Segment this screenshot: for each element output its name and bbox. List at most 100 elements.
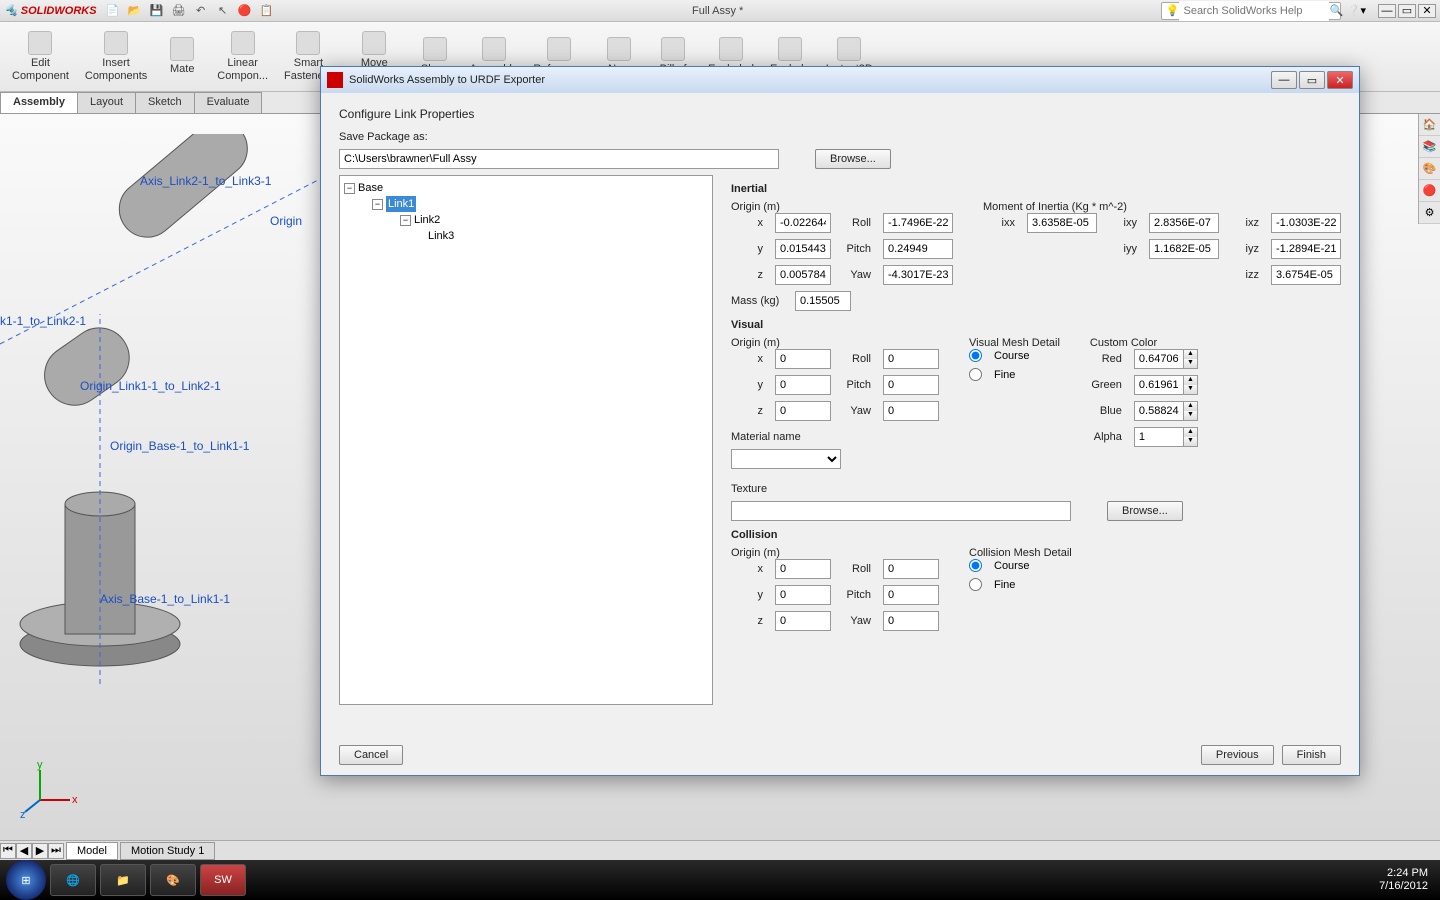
spinner-icon[interactable]: ▲▼ [1184,401,1198,421]
iyz-input[interactable] [1271,239,1341,259]
collision-fine-radio[interactable] [969,578,982,591]
last-icon[interactable]: ⏭ [48,843,64,859]
rebuild-icon[interactable]: 🔴 [237,3,253,19]
ixx-label: ixx [983,217,1015,229]
visual-course-radio[interactable] [969,349,982,362]
dialog-title: SolidWorks Assembly to URDF Exporter [349,74,1271,86]
next-icon[interactable]: ▶ [32,843,48,859]
tab-sketch[interactable]: Sketch [135,92,195,113]
dialog-minimize-icon[interactable]: — [1271,71,1297,89]
green-input[interactable] [1134,375,1184,395]
visual-y-input[interactable] [775,375,831,395]
restore-icon[interactable]: ▭ [1398,4,1416,18]
open-icon[interactable]: 📂 [127,3,143,19]
inertial-pitch-input[interactable] [883,239,953,259]
tab-assembly[interactable]: Assembly [0,92,78,113]
tree-collapse-icon[interactable]: − [344,183,355,194]
previous-button[interactable]: Previous [1201,745,1274,765]
dialog-maximize-icon[interactable]: ▭ [1299,71,1325,89]
cancel-button[interactable]: Cancel [339,745,403,765]
print-icon[interactable]: 🖨 [171,3,187,19]
izz-input[interactable] [1271,265,1341,285]
tab-evaluate[interactable]: Evaluate [194,92,263,113]
browse-button[interactable]: Browse... [815,149,891,169]
ixx-input[interactable] [1027,213,1097,233]
ribbon-linear-component[interactable]: LinearCompon... [211,24,274,89]
tree-item-link2[interactable]: Link2 [414,214,440,226]
visual-z-input[interactable] [775,401,831,421]
tree-item-link1[interactable]: Link1 [386,196,416,212]
taskbar-paint[interactable]: 🎨 [150,864,196,896]
taskbar-solidworks[interactable]: SW [200,864,246,896]
visual-x-input[interactable] [775,349,831,369]
collision-pitch-input[interactable] [883,585,939,605]
collision-z-input[interactable] [775,611,831,631]
inertial-roll-input[interactable] [883,213,953,233]
tab-model[interactable]: Model [66,842,118,860]
spinner-icon[interactable]: ▲▼ [1184,427,1198,447]
prev-icon[interactable]: ◀ [16,843,32,859]
texture-input[interactable] [731,501,1071,521]
library-icon[interactable]: 📚 [1419,136,1440,158]
tree-collapse-icon[interactable]: − [372,199,383,210]
help-icon[interactable]: ❔▾ [1347,4,1366,17]
help-search[interactable]: 💡 🔍 [1161,2,1341,20]
spinner-icon[interactable]: ▲▼ [1184,375,1198,395]
svg-text:z: z [20,809,26,820]
minimize-icon[interactable]: — [1378,4,1396,18]
save-path-input[interactable] [339,149,779,169]
dialog-titlebar[interactable]: SolidWorks Assembly to URDF Exporter — ▭… [321,67,1359,93]
start-button[interactable]: ⊞ [6,860,46,900]
collision-yaw-input[interactable] [883,611,939,631]
collision-course-radio[interactable] [969,559,982,572]
visual-fine-radio[interactable] [969,368,982,381]
tab-layout[interactable]: Layout [77,92,136,113]
collision-x-input[interactable] [775,559,831,579]
blue-input[interactable] [1134,401,1184,421]
tree-collapse-icon[interactable]: − [400,215,411,226]
new-icon[interactable]: 📄 [105,3,121,19]
collision-y-input[interactable] [775,585,831,605]
material-select[interactable] [731,449,841,469]
undo-icon[interactable]: ↶ [193,3,209,19]
spinner-icon[interactable]: ▲▼ [1184,349,1198,369]
mass-input[interactable] [795,291,851,311]
visual-roll-input[interactable] [883,349,939,369]
magnify-icon: 🔍 [1329,4,1343,17]
tree-item-link3[interactable]: Link3 [428,230,454,242]
close-icon[interactable]: ✕ [1418,4,1436,18]
moment-label: Moment of Inertia (Kg * m^-2) [983,201,1127,213]
texture-browse-button[interactable]: Browse... [1107,501,1183,521]
appearance-icon[interactable]: 🔴 [1419,180,1440,202]
ribbon-insert-components[interactable]: InsertComponents [79,24,153,89]
red-input[interactable] [1134,349,1184,369]
options-icon[interactable]: 📋 [259,3,275,19]
palette-icon[interactable]: 🎨 [1419,158,1440,180]
taskbar-chrome[interactable]: 🌐 [50,864,96,896]
link-tree[interactable]: −Base −Link1 −Link2 Link3 [339,175,713,705]
home-icon[interactable]: 🏠 [1419,114,1440,136]
iyy-input[interactable] [1149,239,1219,259]
select-icon[interactable]: ↖ [215,3,231,19]
tab-motion-study[interactable]: Motion Study 1 [120,842,215,860]
taskbar-explorer[interactable]: 📁 [100,864,146,896]
alpha-input[interactable] [1134,427,1184,447]
inertial-y-input[interactable] [775,239,831,259]
save-icon[interactable]: 💾 [149,3,165,19]
system-clock[interactable]: 2:24 PM7/16/2012 [1379,867,1434,893]
ribbon-edit-component[interactable]: EditComponent [6,24,75,89]
dialog-close-icon[interactable]: ✕ [1327,71,1353,89]
ixy-input[interactable] [1149,213,1219,233]
finish-button[interactable]: Finish [1282,745,1341,765]
collision-roll-input[interactable] [883,559,939,579]
inertial-z-input[interactable] [775,265,831,285]
inertial-yaw-input[interactable] [883,265,953,285]
search-input[interactable] [1179,1,1329,21]
first-icon[interactable]: ⏮ [0,843,16,859]
inertial-x-input[interactable] [775,213,831,233]
visual-pitch-input[interactable] [883,375,939,395]
ixz-input[interactable] [1271,213,1341,233]
custom-icon[interactable]: ⚙ [1419,202,1440,224]
ribbon-mate[interactable]: Mate [157,24,207,89]
visual-yaw-input[interactable] [883,401,939,421]
